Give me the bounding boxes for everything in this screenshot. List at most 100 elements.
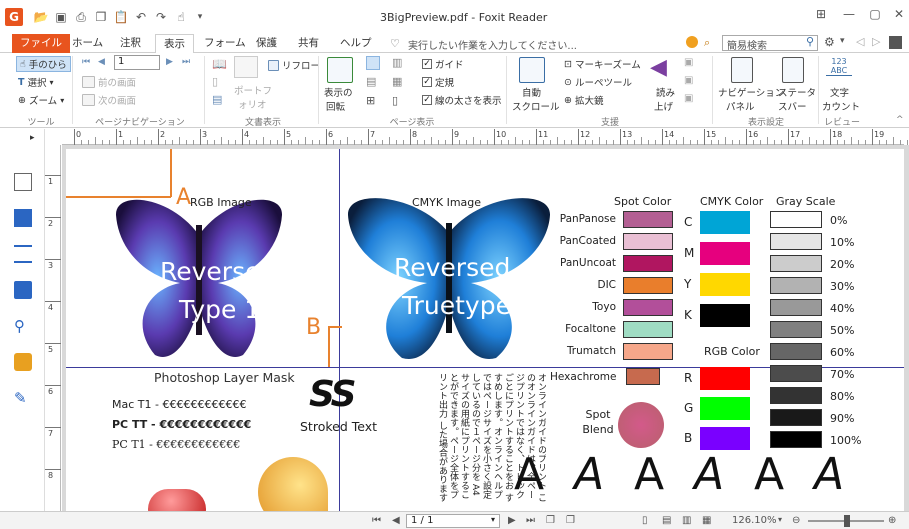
single-page-icon[interactable] xyxy=(366,56,380,70)
attachment-icon[interactable]: ⚲ xyxy=(14,317,32,335)
line-weights-checkbox[interactable]: ✓ 線の太さを表示 xyxy=(422,93,502,107)
split-icon[interactable]: ⊞ xyxy=(366,94,375,107)
continuous-status-icon[interactable]: ▤ xyxy=(662,515,671,526)
page-indicator[interactable]: 1 / 1 ▾ xyxy=(406,514,500,528)
loupe-tool-button[interactable]: ⊙ ルーペツール xyxy=(564,75,632,90)
rotate-view-button[interactable]: 表示の xyxy=(324,85,353,99)
read-option-icon[interactable]: ▣ xyxy=(684,57,693,68)
zoom-in-icon[interactable]: ⊕ xyxy=(888,515,896,526)
next-page-icon[interactable]: ▶ xyxy=(166,57,173,67)
copy-page-2-icon[interactable]: ❐ xyxy=(566,515,575,526)
collapse-ribbon-icon[interactable]: ^ xyxy=(896,115,904,125)
magnifier-button[interactable]: ⊕ 拡大鏡 xyxy=(564,93,603,108)
zoom-dropdown-icon[interactable]: ▾ xyxy=(778,515,782,524)
select-tool-button[interactable]: T 選択 ▾ xyxy=(18,75,54,90)
tab-comment[interactable]: 注釈 xyxy=(112,34,149,53)
rulers-checkbox[interactable]: ✓ 定規 xyxy=(422,75,454,89)
comments-icon[interactable] xyxy=(14,281,32,299)
continuous-facing-status-icon[interactable]: ▦ xyxy=(702,515,711,526)
tab-help[interactable]: ヘルプ xyxy=(332,34,380,53)
user-account-icon[interactable] xyxy=(889,36,902,49)
single-page-status-icon[interactable]: ▯ xyxy=(642,515,648,526)
tab-home[interactable]: ホーム xyxy=(64,34,111,53)
prev-page-icon[interactable]: ◀ xyxy=(98,57,105,67)
paste-icon[interactable]: 📋 xyxy=(113,9,129,25)
prev-page-status-icon[interactable]: ◀ xyxy=(392,515,400,526)
undo-icon[interactable]: ↶ xyxy=(133,9,149,25)
continuous-icon[interactable]: ▤ xyxy=(366,75,376,88)
find-folder-icon[interactable]: ⌕ xyxy=(704,36,710,50)
ruler-v-tick xyxy=(45,217,61,218)
smiley-icon[interactable] xyxy=(686,36,698,48)
minimize-button[interactable]: — xyxy=(836,7,862,25)
reverse-view-icon[interactable]: ▯ xyxy=(212,75,218,88)
tab-view[interactable]: 表示 xyxy=(155,34,194,54)
tab-protect[interactable]: 保護 xyxy=(248,34,285,53)
customize-quick-access-icon[interactable]: ▾ xyxy=(192,9,208,25)
guides-checkbox[interactable]: ✓ ガイド xyxy=(422,57,464,71)
read-aloud-button[interactable]: 読み xyxy=(656,85,675,99)
close-button[interactable]: ✕ xyxy=(886,7,909,25)
spot-blend-circle xyxy=(618,402,664,448)
tab-form[interactable]: フォーム xyxy=(196,34,254,53)
layers-icon[interactable] xyxy=(14,245,32,263)
maximize-button[interactable]: ▢ xyxy=(862,7,888,25)
zoom-out-icon[interactable]: ⊖ xyxy=(792,515,800,526)
previous-view-button[interactable]: 前の画面 xyxy=(82,75,136,89)
security-lock-icon[interactable] xyxy=(14,353,32,371)
gray-percent-label: 30% xyxy=(830,280,855,293)
last-page-status-icon[interactable]: ⏭ xyxy=(526,515,535,526)
reflow-button[interactable]: リフロー xyxy=(268,58,320,72)
marquee-zoom-button[interactable]: ⊡ マーキーズーム xyxy=(564,57,641,72)
new-window-icon[interactable]: ❐ xyxy=(93,9,109,25)
spot-color-label: PanCoated xyxy=(559,235,616,247)
bookmarks-icon[interactable] xyxy=(14,209,32,227)
ruler-h-minor-tick xyxy=(263,137,264,145)
document-view[interactable]: A B RGB Image CMYK Image Reversed Type 1… xyxy=(62,145,909,511)
status-bar-button[interactable]: ステータ xyxy=(778,85,816,99)
print-icon[interactable]: ⎙ xyxy=(73,9,89,25)
settings-dropdown-icon[interactable]: ▾ xyxy=(840,36,845,46)
tab-file[interactable]: ファイル xyxy=(12,34,70,53)
copy-page-icon[interactable]: ❐ xyxy=(546,515,555,526)
ribbon-display-icon[interactable]: ⊞ xyxy=(808,7,834,25)
last-page-icon[interactable]: ⏭ xyxy=(182,57,190,67)
signature-icon[interactable]: ✎ xyxy=(14,389,32,407)
redo-icon[interactable]: ↷ xyxy=(153,9,169,25)
save-icon[interactable]: ▣ xyxy=(53,9,69,25)
portfolio-button[interactable]: ポートフ xyxy=(234,83,272,97)
settings-gear-icon[interactable]: ⚙ xyxy=(824,35,835,49)
next-page-status-icon[interactable]: ▶ xyxy=(508,515,516,526)
navigation-panel-button[interactable]: ナビゲーション xyxy=(718,85,784,99)
ruler-h-label: 14 xyxy=(664,130,675,139)
expand-panel-icon[interactable]: ▸ xyxy=(30,133,35,143)
forward-nav-icon[interactable]: ▷ xyxy=(872,35,880,48)
page-transition-icon[interactable]: ▯ xyxy=(392,94,398,107)
facing-status-icon[interactable]: ▥ xyxy=(682,515,691,526)
ruler-h-label: 4 xyxy=(244,130,250,139)
search-icon[interactable]: ⚲ xyxy=(806,35,814,48)
zoom-slider-thumb[interactable] xyxy=(844,515,850,527)
page-number-input[interactable]: 1 xyxy=(114,55,160,70)
auto-scroll-button[interactable]: 自動 xyxy=(522,85,541,99)
back-nav-icon[interactable]: ◁ xyxy=(856,35,864,48)
next-view-button[interactable]: 次の画面 xyxy=(82,93,136,107)
tell-me-input[interactable]: 実行したい作業を入力してください... xyxy=(408,37,577,52)
first-page-icon[interactable]: ⏮ xyxy=(82,57,90,67)
zoom-tool-button[interactable]: ⊕ ズーム ▾ xyxy=(18,93,64,108)
text-viewer-icon[interactable]: ▤ xyxy=(212,93,222,106)
tab-share[interactable]: 共有 xyxy=(290,34,327,53)
quick-search-input[interactable]: 簡易検索 xyxy=(722,35,818,52)
word-count-button[interactable]: 文字 xyxy=(830,85,849,99)
page-thumbnails-icon[interactable] xyxy=(14,173,32,191)
read-option-2-icon[interactable]: ▣ xyxy=(684,75,693,86)
hand-tool-quick-icon[interactable]: ☝ xyxy=(173,9,189,25)
first-page-status-icon[interactable]: ⏮ xyxy=(372,515,381,526)
read-mode-icon[interactable]: 📖 xyxy=(212,57,227,71)
continuous-facing-icon[interactable]: ▦ xyxy=(392,75,402,88)
facing-icon[interactable]: ▥ xyxy=(392,56,402,69)
open-icon[interactable]: 📂 xyxy=(33,9,49,25)
ruler-h-label: 10 xyxy=(496,130,507,139)
hand-tool-button[interactable]: ☝ 手のひら xyxy=(16,56,71,72)
read-option-3-icon[interactable]: ▣ xyxy=(684,93,693,104)
